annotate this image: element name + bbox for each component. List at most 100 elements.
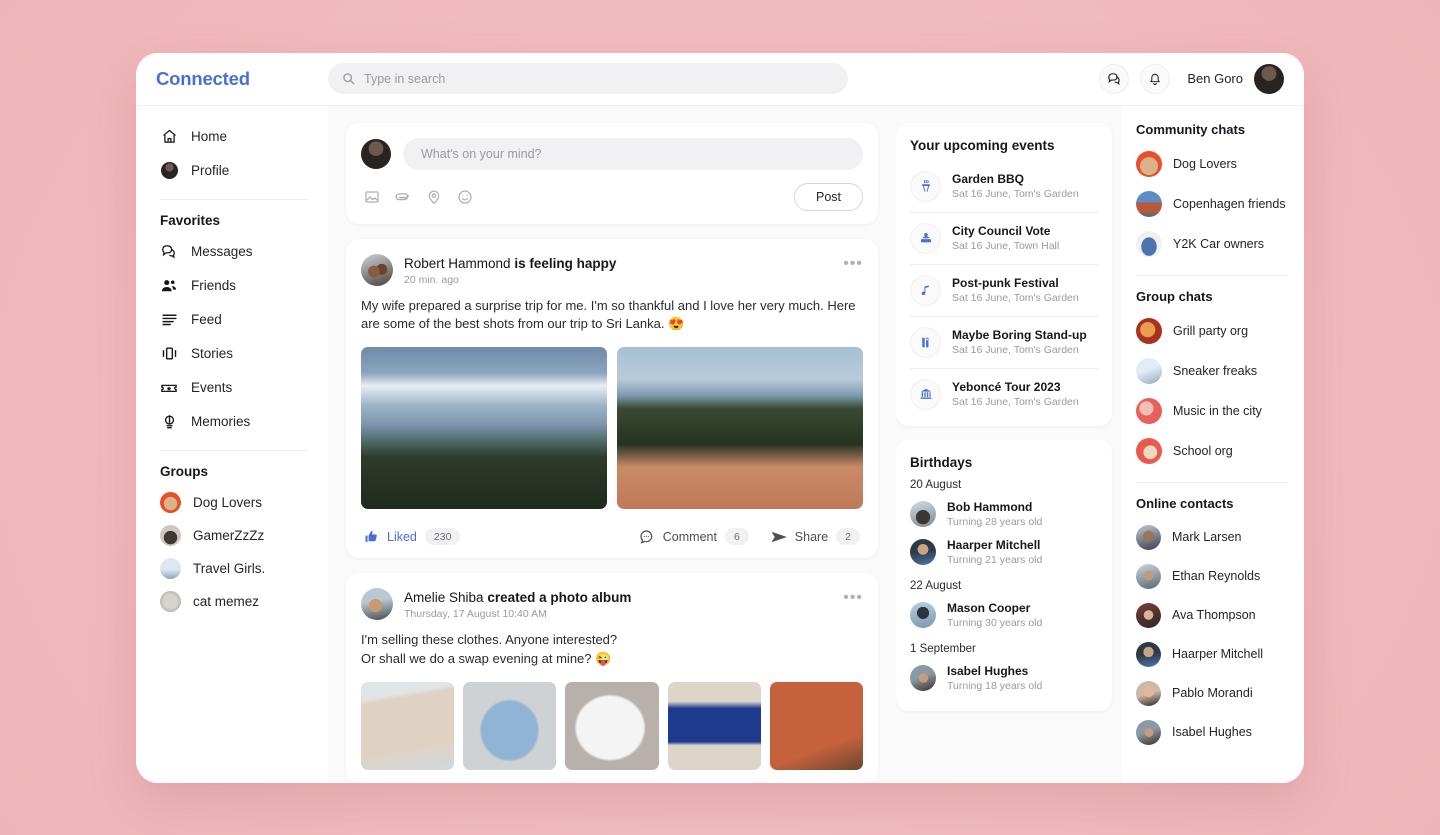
post-author-name[interactable]: Robert Hammond — [404, 256, 511, 271]
sidebar-item-label: Stories — [191, 346, 233, 361]
user-name[interactable]: Ben Goro — [1187, 71, 1243, 86]
location-pin-icon[interactable] — [425, 188, 442, 205]
composer-input[interactable]: What's on your mind? — [403, 138, 863, 170]
stories-icon — [160, 345, 178, 363]
sidebar-item-stories[interactable]: Stories — [136, 337, 328, 371]
emoji-smile-icon[interactable] — [456, 188, 473, 205]
sidebar-item-events[interactable]: Events — [136, 371, 328, 405]
post-author-avatar[interactable] — [361, 588, 393, 620]
sidebar-group-cat-memez[interactable]: cat memez — [136, 585, 328, 618]
birthday-haarper-mitchell[interactable]: Haarper Mitchell Turning 21 years old — [910, 533, 1098, 571]
avatar — [1136, 681, 1161, 706]
sri-lanka-rock-photo[interactable] — [361, 347, 607, 509]
event-yebonce-tour[interactable]: Yeboncé Tour 2023 Sat 16 June, Tom's Gar… — [910, 369, 1098, 420]
sidebar-group-gamerzzzz[interactable]: GamerZzZz — [136, 519, 328, 552]
friends-icon — [160, 277, 178, 295]
group-chat-school-org[interactable]: School org — [1136, 431, 1304, 471]
avatar — [1136, 603, 1161, 628]
sidebar-divider — [160, 450, 308, 451]
composer-placeholder: What's on your mind? — [421, 147, 542, 161]
like-button[interactable]: Liked 230 — [364, 528, 460, 545]
paperclip-icon[interactable] — [394, 188, 411, 205]
online-contact-pablo-morandi[interactable]: Pablo Morandi — [1136, 674, 1304, 713]
post-photo-album — [361, 682, 863, 783]
post-composer: What's on your mind? — [346, 123, 878, 224]
white-sweatshirt-photo[interactable] — [565, 682, 658, 770]
sidebar-group-dog-lovers[interactable]: Dog Lovers — [136, 486, 328, 519]
group-avatar — [160, 525, 181, 546]
sidebar-group-label: cat memez — [193, 594, 259, 609]
online-contact-mark-larsen[interactable]: Mark Larsen — [1136, 518, 1304, 557]
sidebar-item-profile[interactable]: Profile — [136, 154, 328, 188]
event-name: City Council Vote — [952, 224, 1059, 238]
header-actions: Ben Goro — [1099, 64, 1284, 94]
orange-bomber-jacket-photo[interactable] — [770, 682, 863, 770]
image-icon[interactable] — [363, 188, 380, 205]
birthday-age: Turning 18 years old — [947, 680, 1042, 692]
sidebar-item-home[interactable]: Home — [136, 120, 328, 154]
event-post-punk-festival[interactable]: Post-punk Festival Sat 16 June, Tom's Ga… — [910, 265, 1098, 317]
event-city-council-vote[interactable]: City Council Vote Sat 16 June, Town Hall — [910, 213, 1098, 265]
online-contact-haarper-mitchell[interactable]: Haarper Mitchell — [1136, 635, 1304, 674]
sidebar-item-feed[interactable]: Feed — [136, 303, 328, 337]
post-author-line: Amelie Shiba created a photo album — [404, 590, 832, 605]
profile-avatar-icon — [160, 162, 178, 180]
sidebar-item-messages[interactable]: Messages — [136, 235, 328, 269]
group-chat-sneaker-freaks[interactable]: Sneaker freaks — [1136, 351, 1304, 391]
chat-bubbles-icon — [1107, 71, 1122, 86]
post-author-name[interactable]: Amelie Shiba — [404, 590, 484, 605]
avatar — [910, 602, 936, 628]
sidebar-item-label: Events — [191, 380, 232, 395]
bell-icon — [1148, 72, 1162, 86]
group-chat-music-in-the-city[interactable]: Music in the city — [1136, 391, 1304, 431]
group-avatar — [160, 558, 181, 579]
birthday-mason-cooper[interactable]: Mason Cooper Turning 30 years old — [910, 596, 1098, 634]
events-column: Your upcoming events Garden BBQ Sat 16 J… — [896, 106, 1122, 783]
community-chat-y2k-car-owners[interactable]: Y2K Car owners — [1136, 224, 1304, 264]
blue-tshirt-photo[interactable] — [463, 682, 556, 770]
post-button[interactable]: Post — [794, 183, 863, 211]
more-options-icon[interactable]: ••• — [843, 588, 863, 604]
avatar[interactable] — [1254, 64, 1284, 94]
group-chat-grill-party-org[interactable]: Grill party org — [1136, 311, 1304, 351]
sidebar-item-label: Friends — [191, 278, 236, 293]
comment-button[interactable]: Comment 6 — [639, 528, 749, 545]
beige-blouse-photo[interactable] — [361, 682, 454, 770]
community-chat-copenhagen-friends[interactable]: Copenhagen friends — [1136, 184, 1304, 224]
event-garden-bbq[interactable]: Garden BBQ Sat 16 June, Tom's Garden — [910, 161, 1098, 213]
online-contact-ava-thompson[interactable]: Ava Thompson — [1136, 596, 1304, 635]
post-author-line: Robert Hammond is feeling happy — [404, 256, 832, 271]
grill-bbq-icon — [910, 171, 941, 202]
event-maybe-boring-stand-up[interactable]: Maybe Boring Stand-up Sat 16 June, Tom's… — [910, 317, 1098, 369]
chat-label: Grill party org — [1173, 324, 1248, 338]
contact-label: Pablo Morandi — [1172, 686, 1253, 700]
sidebar-item-friends[interactable]: Friends — [136, 269, 328, 303]
group-avatar — [160, 492, 181, 513]
sidebar-group-travel-girls[interactable]: Travel Girls. — [136, 552, 328, 585]
birthday-bob-hammond[interactable]: Bob Hammond Turning 28 years old — [910, 495, 1098, 533]
search-input[interactable]: Type in search — [328, 63, 848, 94]
online-contact-isabel-hughes[interactable]: Isabel Hughes — [1136, 713, 1304, 752]
community-chat-dog-lovers[interactable]: Dog Lovers — [1136, 144, 1304, 184]
brand-logo[interactable]: Connected — [136, 68, 328, 90]
birthday-isabel-hughes[interactable]: Isabel Hughes Turning 18 years old — [910, 659, 1098, 697]
post-actions-right: Comment 6 Share 2 — [639, 528, 860, 545]
event-name: Garden BBQ — [952, 172, 1079, 186]
sidebar-item-memories[interactable]: Memories — [136, 405, 328, 439]
composer-avatar — [361, 139, 391, 169]
notifications-button[interactable] — [1140, 64, 1170, 94]
birthday-age: Turning 30 years old — [947, 617, 1042, 629]
messages-button[interactable] — [1099, 64, 1129, 94]
birthday-age: Turning 28 years old — [947, 516, 1042, 528]
more-options-icon[interactable]: ••• — [843, 254, 863, 270]
online-contact-ethan-reynolds[interactable]: Ethan Reynolds — [1136, 557, 1304, 596]
original-print-tshirt-photo[interactable] — [668, 682, 761, 770]
couple-on-cliff-photo[interactable] — [617, 347, 863, 509]
post-body-text: My wife prepared a surprise trip for me.… — [361, 297, 863, 335]
post-author-avatar[interactable] — [361, 254, 393, 286]
share-button[interactable]: Share 2 — [771, 528, 860, 545]
search-placeholder: Type in search — [364, 72, 445, 86]
app-window: Connected Type in search Ben Goro Home — [136, 53, 1304, 783]
composer-actions: Post — [361, 183, 863, 211]
birthday-age: Turning 21 years old — [947, 554, 1042, 566]
